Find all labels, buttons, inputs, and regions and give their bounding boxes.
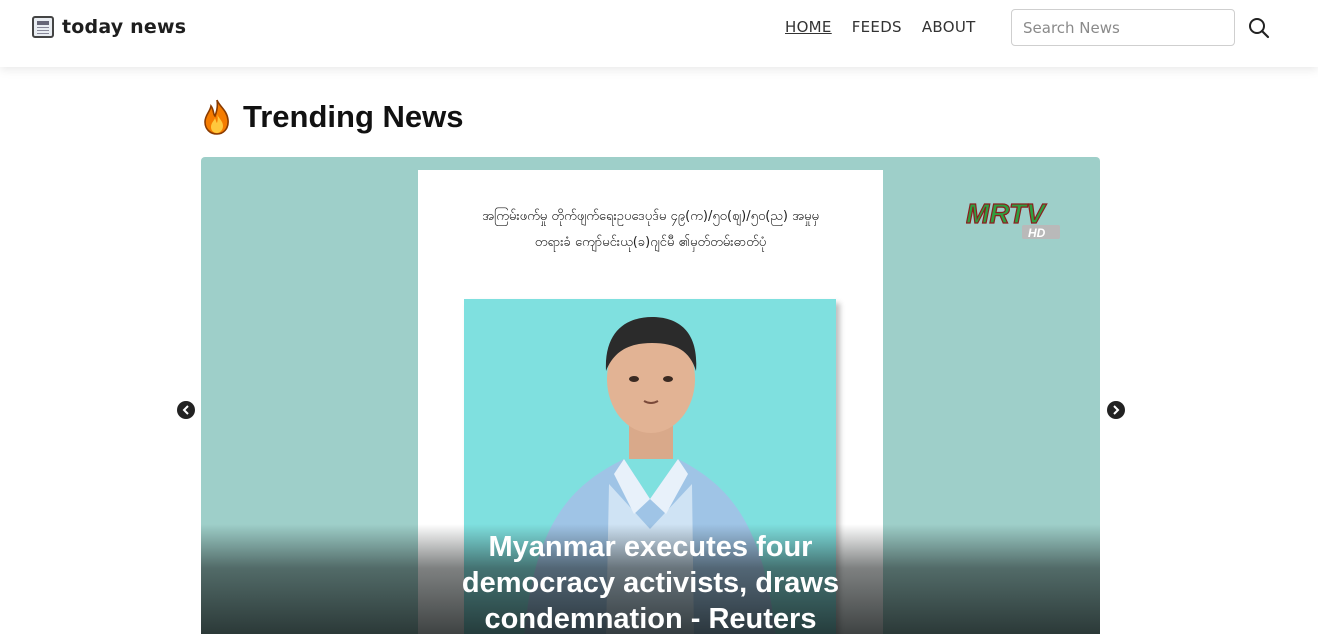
nav-feeds[interactable]: FEEDS: [852, 18, 902, 36]
carousel-next-button[interactable]: [1107, 401, 1125, 419]
nav-about[interactable]: ABOUT: [922, 18, 976, 36]
brand-name: today news: [62, 16, 187, 38]
section-header: Trending News: [201, 98, 463, 136]
brand[interactable]: today news: [32, 16, 186, 38]
chevron-right-icon: [1113, 405, 1120, 415]
search-icon[interactable]: [1246, 15, 1272, 41]
fire-icon: [201, 98, 233, 136]
search-input[interactable]: [1011, 9, 1235, 46]
news-carousel[interactable]: အကြမ်းဖက်မှု တိုက်ဖျက်ရေးဥပဒေပုဒ်မ ၄၉(က)…: [201, 157, 1100, 634]
main-nav: HOME FEEDS ABOUT: [785, 18, 976, 36]
newspaper-icon: [32, 16, 54, 38]
logo-text: MRTV: [966, 198, 1047, 229]
slide-image-text-1: အကြမ်းဖက်မှု တိုက်ဖျက်ရေးဥပဒေပုဒ်မ ၄၉(က)…: [482, 209, 819, 224]
slide-caption[interactable]: Myanmar executes four democracy activist…: [201, 529, 1100, 634]
nav-home[interactable]: HOME: [785, 18, 832, 36]
logo-badge: HD: [1028, 226, 1046, 240]
section-title: Trending News: [243, 99, 464, 134]
mrtv-logo: MRTV HD: [965, 197, 1066, 246]
chevron-left-icon: [182, 405, 189, 415]
top-header: today news HOME FEEDS ABOUT: [0, 0, 1318, 67]
slide-image-text-2: တရားခံ ကျော်မင်းယု(ခ)ဂျင်မီ ၏မှတ်တမ်းဓာတ…: [534, 235, 767, 250]
carousel-prev-button[interactable]: [177, 401, 195, 419]
